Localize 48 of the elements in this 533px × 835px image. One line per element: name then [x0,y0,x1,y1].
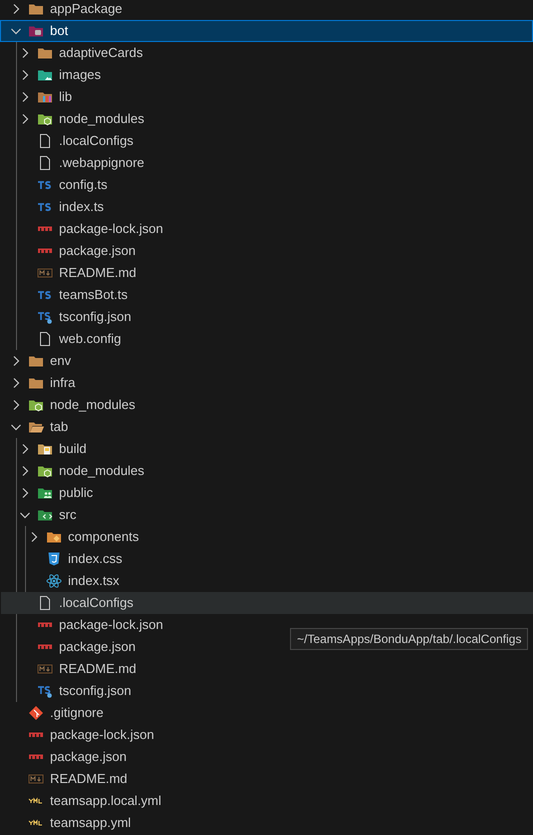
tree-item[interactable]: .webappignore [1,152,144,174]
atom-icon [46,573,62,589]
file-icon [37,595,53,611]
tree-item[interactable]: package.json [1,240,136,262]
tooltip: ~/TeamsApps/BonduApp/tab/.localConfigs [290,628,528,650]
typescript-config-icon [37,309,53,325]
tree-item[interactable]: appPackage [0,0,122,20]
tree-item[interactable]: node_modules [1,460,144,482]
tree-item[interactable]: teamsapp.yml [0,812,131,834]
tree-item[interactable]: images [1,64,101,86]
tree-item[interactable]: package-lock.json [1,218,164,240]
tree-item[interactable]: web.config [1,328,122,350]
tree-item[interactable]: public [1,482,93,504]
typescript-config-icon [37,683,53,699]
tree-item[interactable]: .localConfigs [1,592,533,614]
tree-item[interactable]: adaptiveCards [1,42,143,64]
tree-item[interactable]: package.json [1,636,136,658]
git-icon [28,705,44,721]
tree-item[interactable]: tsconfig.json [1,680,132,702]
tree-item[interactable]: .gitignore [0,702,104,724]
tree-item[interactable]: config.ts [1,174,108,196]
tree-item[interactable]: infra [0,372,76,394]
tree-item[interactable]: package-lock.json [1,614,164,636]
tree-item[interactable]: lib [1,86,72,108]
tree-item[interactable]: components [2,526,139,548]
tree-item[interactable]: .localConfigs [1,130,134,152]
tree-item[interactable]: teamsBot.ts [1,284,128,306]
tree-item[interactable]: tab [0,416,68,438]
tree-item[interactable]: index.css [2,548,122,570]
tree-item[interactable]: src [1,504,76,526]
tree-item[interactable]: README.md [0,768,128,790]
tree-item[interactable]: index.tsx [2,570,120,592]
tree-item[interactable]: package-lock.json [0,724,154,746]
tree-item[interactable]: bot [0,20,533,42]
css-shield-icon [46,551,62,567]
file-icon [37,331,53,347]
tree-item[interactable]: tsconfig.json [1,306,132,328]
tree-item[interactable]: teamsapp.local.yml [0,790,162,812]
tree-item[interactable]: README.md [1,658,136,680]
tree-item[interactable]: node_modules [1,108,144,130]
tree-item[interactable]: README.md [1,262,136,284]
tree-item[interactable]: env [0,350,71,372]
file-icon [37,155,53,171]
file-icon [37,133,53,149]
tree-item[interactable]: node_modules [0,394,136,416]
tree-item[interactable]: build [1,438,86,460]
tree-item[interactable]: index.ts [1,196,104,218]
tree-item[interactable]: package.json [0,746,127,768]
